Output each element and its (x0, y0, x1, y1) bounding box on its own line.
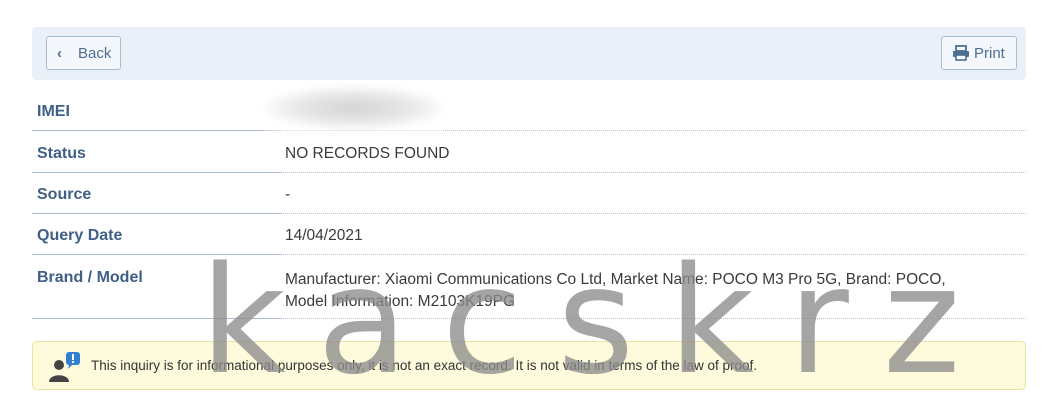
info-notice: This inquiry is for informational purpos… (32, 341, 1026, 390)
source-label: Source (32, 186, 281, 214)
print-button[interactable]: Print (941, 36, 1017, 70)
back-label: Back (78, 44, 112, 62)
user-info-icon (47, 349, 81, 383)
notice-text: This inquiry is for informational purpos… (91, 358, 758, 373)
chevron-left-icon: ‹ (57, 44, 62, 62)
printer-icon (953, 45, 969, 61)
brand-model-label: Brand / Model (32, 269, 281, 319)
imei-label: IMEI (32, 103, 281, 131)
query-date-value: 14/04/2021 (281, 227, 1026, 255)
brand-model-line2: Model Information: M2103K19PG (285, 293, 516, 310)
brand-model-value: Manufacturer: Xiaomi Communications Co L… (281, 269, 1026, 319)
source-value: - (281, 186, 1026, 214)
redacted-imei (264, 86, 444, 130)
back-button[interactable]: ‹ Back (46, 36, 121, 70)
status-label: Status (32, 145, 281, 173)
print-label: Print (974, 44, 1005, 62)
brand-model-line1: Manufacturer: Xiaomi Communications Co L… (285, 271, 946, 288)
status-value: NO RECORDS FOUND (281, 145, 1026, 173)
toolbar: ‹ Back Print (32, 27, 1026, 80)
query-date-label: Query Date (32, 227, 281, 255)
